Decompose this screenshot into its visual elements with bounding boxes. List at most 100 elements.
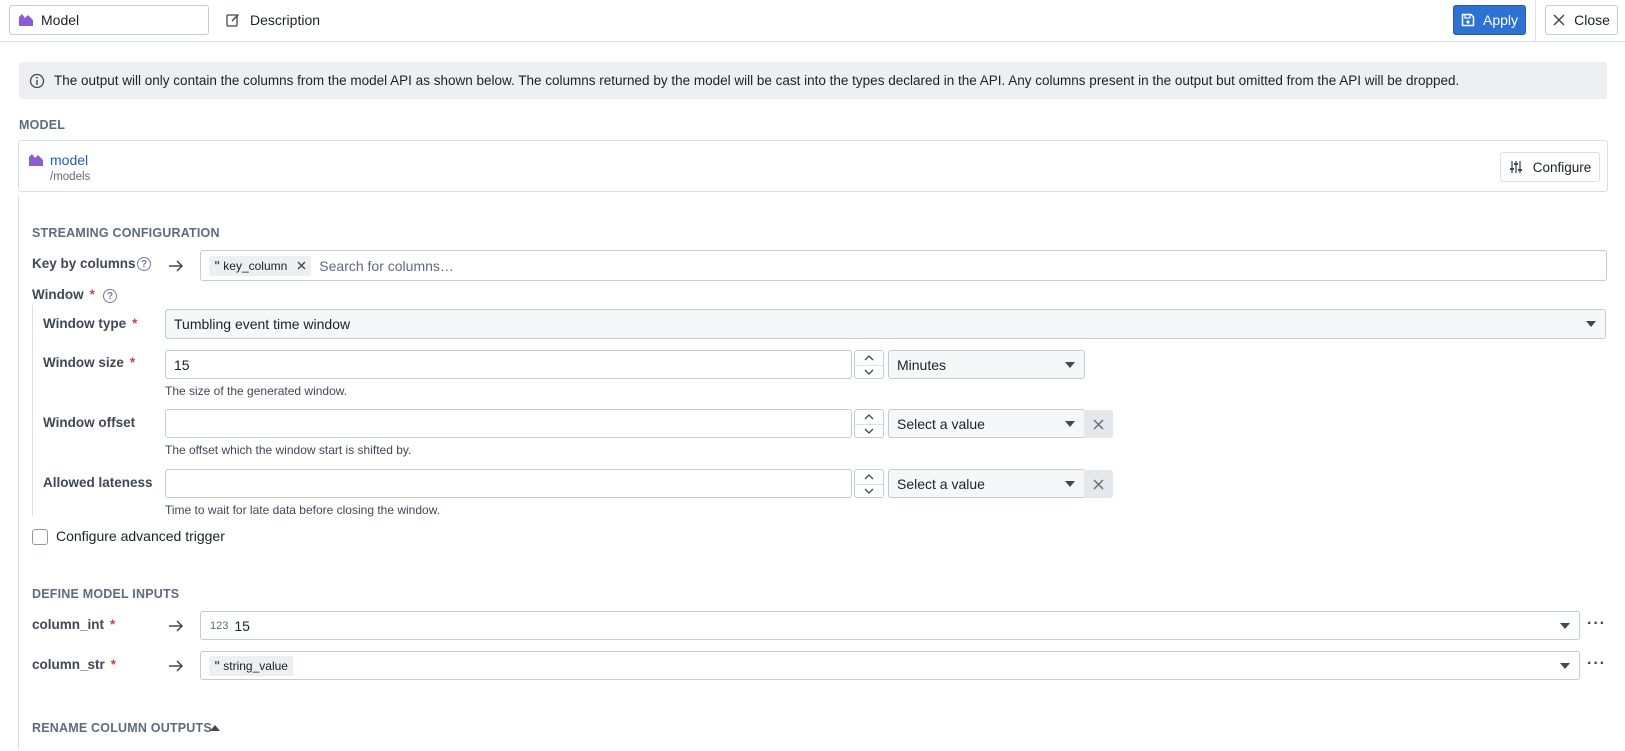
integer-type-icon: 123	[210, 619, 229, 632]
top-bar: Model Description Apply Close	[0, 0, 1625, 42]
sliders-icon	[1509, 161, 1522, 173]
window-size-hint: The size of the generated window.	[165, 384, 348, 398]
model-link[interactable]: model	[50, 152, 88, 168]
chevron-down-icon	[864, 428, 874, 434]
clear-allowed-lateness-button[interactable]	[1084, 470, 1113, 498]
window-size-unit-select[interactable]: Minutes	[888, 350, 1085, 379]
save-icon	[1461, 13, 1475, 27]
window-offset-stepper[interactable]	[854, 409, 884, 438]
window-offset-label: Window offset	[43, 415, 136, 430]
string-value-tag: " string_value	[209, 655, 293, 676]
allowed-lateness-label: Allowed lateness	[43, 475, 153, 490]
quote-icon: "	[214, 258, 220, 273]
info-callout: The output will only contain the columns…	[19, 62, 1607, 99]
window-type-value: Tumbling event time window	[174, 316, 351, 332]
key-by-placeholder: Search for columns…	[319, 257, 454, 274]
allowed-lateness-unit-select[interactable]: Select a value	[888, 469, 1085, 498]
section-divider	[18, 195, 19, 750]
window-offset-unit-select[interactable]: Select a value	[888, 409, 1085, 438]
caret-down-icon	[1065, 420, 1075, 427]
model-icon	[29, 154, 43, 166]
decrement-button[interactable]	[855, 483, 883, 498]
model-card: model /models Configure	[18, 140, 1608, 192]
configure-label: Configure	[1532, 159, 1592, 175]
window-offset-unit-placeholder: Select a value	[897, 415, 985, 432]
increment-button[interactable]	[855, 410, 883, 424]
required-mark: *	[89, 287, 95, 302]
caret-down-icon	[1065, 480, 1075, 487]
quote-icon: "	[214, 658, 220, 673]
allowed-lateness-input[interactable]	[165, 469, 852, 498]
configure-button[interactable]: Configure	[1500, 152, 1600, 182]
model-path: /models	[50, 171, 91, 183]
input-name-column-str: column_str *	[32, 657, 117, 672]
string-value-tag-label: string_value	[223, 658, 288, 673]
window-size-unit-value: Minutes	[897, 356, 947, 373]
arrow-right-icon	[169, 260, 184, 272]
allowed-lateness-stepper[interactable]	[854, 469, 884, 498]
allowed-lateness-unit-placeholder: Select a value	[897, 475, 985, 492]
model-name-input[interactable]: Model	[9, 5, 209, 35]
window-size-input[interactable]: 15	[165, 350, 852, 379]
model-name-value: Model	[41, 12, 80, 28]
close-icon	[1553, 14, 1565, 26]
more-icon[interactable]: ···	[1587, 615, 1606, 633]
chevron-down-icon	[864, 488, 874, 494]
description-button[interactable]: Description	[226, 6, 320, 34]
advanced-trigger-label[interactable]: Configure advanced trigger	[56, 528, 225, 544]
help-icon[interactable]: ?	[137, 257, 151, 271]
caret-down-icon	[1560, 622, 1570, 629]
streaming-section-title: STREAMING CONFIGURATION	[32, 226, 220, 240]
key-by-label: Key by columns	[32, 256, 136, 271]
required-mark: *	[132, 316, 138, 331]
advanced-trigger-checkbox[interactable]	[32, 529, 48, 545]
window-size-label: Window size *	[43, 355, 136, 370]
window-type-select[interactable]: Tumbling event time window	[165, 309, 1606, 339]
close-icon[interactable]	[297, 261, 306, 270]
increment-button[interactable]	[855, 351, 883, 365]
caret-down-icon	[1065, 361, 1075, 368]
model-inputs-section-title: DEFINE MODEL INPUTS	[32, 587, 180, 601]
window-type-label: Window type *	[43, 316, 138, 331]
window-size-value: 15	[174, 356, 190, 373]
close-button[interactable]: Close	[1545, 5, 1618, 35]
close-icon	[1093, 479, 1104, 489]
arrow-right-icon	[169, 660, 184, 672]
rename-section-title[interactable]: RENAME COLUMN OUTPUTS	[32, 721, 212, 735]
decrement-button[interactable]	[855, 364, 883, 379]
window-label: Window *	[32, 287, 95, 302]
required-mark: *	[110, 657, 117, 672]
apply-button[interactable]: Apply	[1453, 5, 1526, 35]
caret-up-icon[interactable]	[210, 725, 220, 731]
required-mark: *	[110, 617, 116, 632]
chevron-up-icon	[864, 473, 874, 480]
apply-label: Apply	[1482, 12, 1519, 28]
key-column-tag-label: key_column	[223, 258, 288, 273]
increment-button[interactable]	[855, 470, 883, 484]
clear-window-offset-button[interactable]	[1084, 410, 1113, 438]
decrement-button[interactable]	[855, 423, 883, 438]
model-section-title: MODEL	[19, 118, 66, 132]
callout-text: The output will only contain the columns…	[54, 73, 1460, 88]
help-icon[interactable]: ?	[103, 289, 117, 303]
column-str-input[interactable]: " string_value	[200, 651, 1580, 680]
chevron-up-icon	[864, 354, 874, 361]
window-offset-hint: The offset which the window start is shi…	[165, 443, 412, 457]
caret-down-icon	[1586, 321, 1596, 327]
window-size-stepper[interactable]	[854, 350, 884, 379]
allowed-lateness-hint: Time to wait for late data before closin…	[165, 503, 441, 517]
chevron-up-icon	[864, 413, 874, 420]
more-icon[interactable]: ···	[1587, 655, 1606, 673]
model-icon	[19, 14, 33, 26]
window-group-divider	[32, 305, 33, 516]
caret-down-icon	[1560, 662, 1570, 669]
window-offset-input[interactable]	[165, 409, 852, 438]
edit-icon	[226, 13, 240, 27]
column-int-input[interactable]: 123 15	[200, 611, 1580, 640]
chevron-down-icon	[864, 369, 874, 375]
arrow-right-icon	[169, 620, 184, 632]
close-label: Close	[1574, 12, 1610, 28]
key-by-columns-input[interactable]: " key_column Search for columns…	[200, 250, 1607, 281]
column-int-value: 15	[234, 617, 250, 634]
input-name-column-int: column_int *	[32, 617, 116, 632]
